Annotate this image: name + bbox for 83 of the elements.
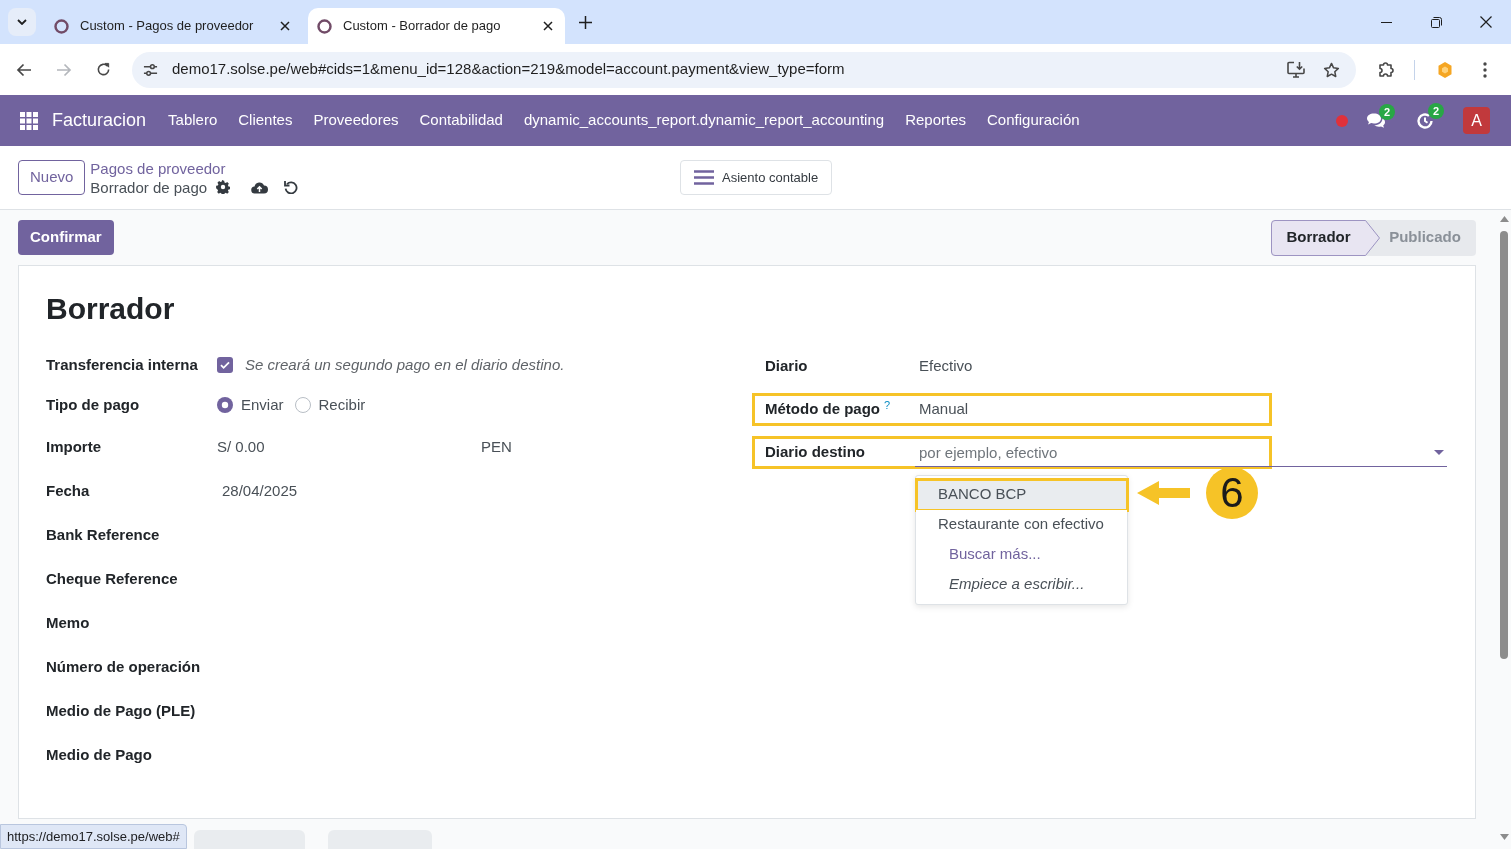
step-badge: 6 <box>1206 466 1258 519</box>
back-icon[interactable] <box>16 62 32 77</box>
menu-icon <box>694 170 714 185</box>
field-label: Número de operación <box>46 656 202 677</box>
browser-tab[interactable]: Custom - Borrador de pago <box>308 8 565 44</box>
menu-item[interactable]: Reportes <box>905 109 966 132</box>
chevron-down-icon <box>17 19 27 25</box>
help-marker[interactable]: ? <box>884 398 891 411</box>
chat-icon[interactable] <box>1366 112 1386 129</box>
field-label: Medio de Pago (PLE) <box>46 700 197 721</box>
kebab-menu-icon[interactable] <box>1483 61 1487 78</box>
journal-entry-button[interactable]: Asiento contable <box>680 160 833 195</box>
scroll-up-icon[interactable] <box>1499 216 1509 222</box>
link-preview-url: https://demo17.solse.pe/web# <box>0 824 187 849</box>
minimize-icon[interactable] <box>1380 21 1392 23</box>
count-badge: 2 <box>1379 104 1395 120</box>
field-value: Efectivo <box>919 356 973 377</box>
checkbox[interactable] <box>217 357 233 373</box>
new-button[interactable]: Nuevo <box>18 160 86 195</box>
record-name: Borrador de pago <box>90 177 208 197</box>
close-icon[interactable] <box>280 21 290 31</box>
dropdown-option[interactable]: BANCO BCP <box>916 479 1127 510</box>
site-settings-icon[interactable] <box>143 62 158 77</box>
menu-item[interactable]: Contabilidad <box>419 109 503 132</box>
search-more-link[interactable]: Buscar más... <box>916 539 1127 570</box>
arrow-left-icon <box>1137 480 1190 505</box>
tab-search-button[interactable] <box>8 8 36 36</box>
clock-icon[interactable] <box>1416 111 1434 130</box>
plus-icon[interactable] <box>579 15 592 29</box>
caret-icon[interactable] <box>1434 449 1444 455</box>
app-grid-icon[interactable] <box>20 111 38 130</box>
user-avatar[interactable]: A <box>1463 107 1490 134</box>
menu-item[interactable]: dynamic_accounts_report.dynamic_report_accounting <box>523 109 885 132</box>
puzzle-icon[interactable] <box>1377 60 1395 79</box>
field-label: Cheque Reference <box>46 568 179 589</box>
field-label: Método de pago <box>765 399 880 420</box>
close-icon[interactable] <box>1480 16 1492 28</box>
browser-tab[interactable]: Custom - Pagos de proveedor <box>45 8 302 44</box>
field-label: Transferencia interna <box>46 354 199 375</box>
field-label: Fecha <box>46 480 91 501</box>
menu-item[interactable]: Clientes <box>238 109 293 132</box>
field-value: Manual <box>919 399 969 420</box>
app-name[interactable]: Facturacion <box>52 107 147 134</box>
confirm-button[interactable]: Confirmar <box>18 220 114 255</box>
field-value: 28/04/2025 <box>221 480 298 501</box>
dropdown-option[interactable]: Restaurante con efectivo <box>916 509 1127 540</box>
count-badge: 2 <box>1428 102 1444 119</box>
menu-item[interactable]: Tablero <box>168 109 218 132</box>
ring-icon <box>317 18 332 34</box>
field-label: Diario destino <box>765 442 865 463</box>
install-icon[interactable] <box>1287 61 1305 78</box>
radio-label[interactable]: Enviar <box>241 393 284 417</box>
radio-label[interactable]: Recibir <box>318 393 366 417</box>
field-note: Se creará un segundo pago en el diario destino. <box>245 354 565 375</box>
cloud-upload-icon[interactable] <box>251 180 269 194</box>
ring-icon <box>54 18 69 34</box>
record-title: Borrador <box>46 291 176 327</box>
gear-icon[interactable] <box>216 180 231 194</box>
field-label: Diario <box>765 356 808 377</box>
scroll-down-icon[interactable] <box>1499 834 1509 840</box>
menu-item[interactable]: Proveedores <box>313 109 399 132</box>
reload-icon[interactable] <box>96 62 111 77</box>
restore-icon[interactable] <box>1430 16 1442 28</box>
scrollbar-thumb[interactable] <box>1500 231 1508 659</box>
stage-button[interactable]: Borrador <box>1271 219 1380 256</box>
undo-icon[interactable] <box>284 180 299 194</box>
field-value: S/ 0.00 <box>217 436 266 457</box>
address-bar[interactable]: demo17.solse.pe/web#cids=1&menu_id=128&action=219&model=account.payment&view_type=form <box>132 51 1356 88</box>
currency-value: PEN <box>481 436 512 457</box>
radio-button[interactable] <box>294 397 311 413</box>
journal-input[interactable]: por ejemplo, efectivo <box>915 438 1447 467</box>
field-label: Bank Reference <box>46 524 161 545</box>
field-label: Importe <box>46 436 102 457</box>
radio-button[interactable] <box>217 397 233 413</box>
star-icon[interactable] <box>1323 61 1340 78</box>
breadcrumb-link[interactable]: Pagos de proveedor <box>90 158 299 178</box>
typing-hint: Empiece a escribir... <box>948 574 1086 595</box>
field-label: Memo <box>46 612 91 633</box>
field-label: Medio de Pago <box>46 744 153 765</box>
status-dot-icon <box>1336 114 1348 127</box>
field-label: Tipo de pago <box>46 394 141 415</box>
close-icon[interactable] <box>543 21 553 31</box>
menu-item[interactable]: Configuración <box>987 109 1080 132</box>
